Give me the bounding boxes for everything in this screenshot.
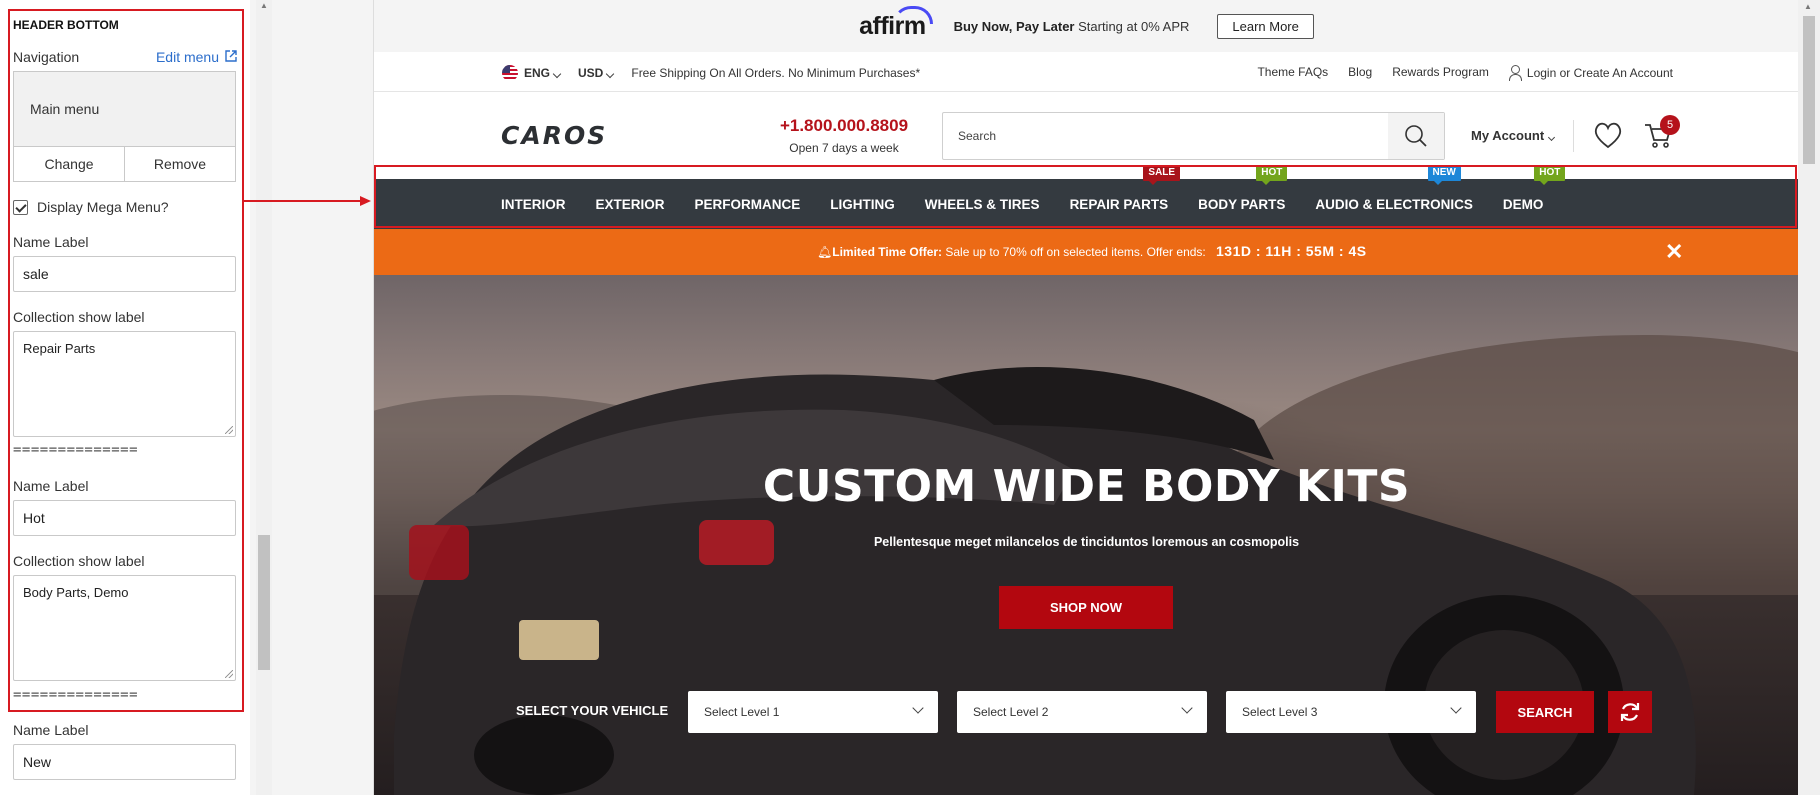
nav-item-wheels-tires[interactable]: WHEELS & TIRES: [925, 197, 1040, 212]
currency-selector[interactable]: USD: [578, 66, 625, 80]
mega-menu-option[interactable]: Display Mega Menu?: [13, 199, 169, 215]
collection-textarea-2[interactable]: Body Parts, Demo: [13, 575, 236, 681]
cart-count-badge: 5: [1660, 115, 1680, 135]
hot-badge-demo: Hot: [1534, 164, 1566, 185]
name-input-1[interactable]: sale: [13, 256, 236, 292]
name-label-3: Name Label: [13, 722, 89, 738]
chevron-down-icon: [1450, 702, 1462, 714]
nav-item-demo[interactable]: DEMO Hot: [1503, 164, 1566, 212]
vehicle-search-button[interactable]: SEARCH: [1496, 691, 1594, 733]
affirm-headline: Buy Now, Pay Later Starting at 0% APR: [953, 18, 1190, 34]
mega-menu-checkbox[interactable]: [13, 199, 28, 215]
search-input[interactable]: Search: [958, 129, 996, 143]
phone-block: +1.800.000.8809 Open 7 days a week: [774, 116, 914, 155]
shipping-notice: Free Shipping On All Orders. No Minimum …: [631, 66, 921, 80]
preview-scroll-thumb[interactable]: [1803, 16, 1815, 164]
selected-menu-box: Main menu: [13, 71, 236, 147]
phone-number[interactable]: +1.800.000.8809: [774, 116, 914, 136]
remove-menu-button[interactable]: Remove: [124, 147, 235, 181]
settings-scroll-thumb[interactable]: [258, 535, 270, 670]
chevron-down-icon: [1181, 702, 1193, 714]
main-navigation: INTERIOR EXTERIOR PERFORMANCE LIGHTING W…: [374, 164, 1798, 229]
navigation-label: Navigation: [13, 49, 80, 65]
hero-subtitle: Pellentesque meget milancelos de tincidu…: [873, 535, 1300, 549]
hero-banner: CUSTOM WIDE BODY KITS Pellentesque meget…: [374, 275, 1798, 795]
nav-item-repair-parts[interactable]: REPAIR PARTS Sale: [1070, 164, 1181, 212]
caros-logo[interactable]: CAROS: [501, 125, 649, 147]
promo-countdown: 131D : 11H : 55M : 4S: [1216, 243, 1367, 259]
user-icon: [1508, 65, 1522, 81]
search-button[interactable]: [1388, 113, 1444, 159]
promo-bar: 🔔︎Limited Time Offer: Sale up to 70% off…: [374, 229, 1798, 275]
search-icon: [1405, 125, 1427, 147]
new-badge: New: [1427, 164, 1461, 185]
shop-now-button[interactable]: SHOP NOW: [999, 586, 1173, 629]
nav-item-body-parts[interactable]: BODY PARTS Hot: [1198, 164, 1288, 212]
level-2-select[interactable]: Select Level 2: [957, 691, 1207, 733]
settings-scrollbar[interactable]: ▲: [256, 0, 272, 795]
edit-menu-label: Edit menu: [155, 49, 219, 65]
my-account-menu[interactable]: My Account: [1471, 128, 1556, 143]
sale-badge: Sale: [1143, 164, 1181, 185]
rewards-link[interactable]: Rewards Program: [1392, 65, 1489, 80]
learn-more-button[interactable]: Learn More: [1217, 13, 1314, 39]
name-input-2[interactable]: Hot: [13, 500, 236, 536]
menu-actions: Change Remove: [13, 146, 236, 182]
name-input-3[interactable]: New: [13, 744, 236, 780]
opening-hours: Open 7 days a week: [789, 141, 899, 155]
promo-text: 🔔︎Limited Time Offer: Sale up to 70% off…: [817, 245, 1206, 259]
login-link[interactable]: Login or Create An Account: [1508, 65, 1673, 81]
reset-button[interactable]: [1608, 691, 1652, 733]
language-selector[interactable]: ENG: [524, 66, 572, 80]
external-link-icon: [225, 50, 237, 65]
separator-2: ==============: [13, 687, 139, 703]
scroll-up-icon[interactable]: ▲: [260, 1, 268, 10]
collection-textarea-1[interactable]: Repair Parts: [13, 331, 236, 437]
blog-link[interactable]: Blog: [1348, 65, 1372, 80]
close-icon[interactable]: ✕: [1665, 239, 1683, 265]
svg-text:CAROS: CAROS: [501, 125, 607, 147]
separator-1: ==============: [13, 442, 139, 458]
mega-menu-label: Display Mega Menu?: [37, 199, 169, 215]
nav-item-lighting[interactable]: LIGHTING: [830, 197, 895, 212]
refresh-icon: [1620, 703, 1640, 721]
us-flag-icon: [502, 65, 518, 81]
settings-panel: HEADER BOTTOM Navigation Edit menu Main …: [0, 0, 250, 795]
navigation-row: Navigation Edit menu: [13, 49, 237, 65]
affirm-bar: affirm Buy Now, Pay Later Starting at 0%…: [374, 0, 1798, 52]
collection-label-1: Collection show label: [13, 309, 145, 325]
affirm-logo: affirm: [859, 5, 934, 41]
collection-label-2: Collection show label: [13, 553, 145, 569]
preview-scroll-up-icon[interactable]: ▲: [1804, 2, 1812, 11]
chevron-down-icon: [912, 702, 924, 714]
level-3-select[interactable]: Select Level 3: [1226, 691, 1476, 733]
name-label-1: Name Label: [13, 234, 89, 250]
wishlist-heart-icon[interactable]: [1592, 120, 1624, 150]
header-divider: [1573, 120, 1574, 152]
main-header: CAROS +1.800.000.8809 Open 7 days a week…: [374, 92, 1798, 178]
level-1-select[interactable]: Select Level 1: [688, 691, 938, 733]
vehicle-select-label: SELECT YOUR VEHICLE: [516, 703, 669, 718]
nav-item-exterior[interactable]: EXTERIOR: [596, 197, 665, 212]
nav-item-audio-electronics[interactable]: AUDIO & ELECTRONICS New: [1315, 164, 1473, 212]
top-bar: ENG USD Free Shipping On All Orders. No …: [374, 52, 1798, 92]
hero-title: CUSTOM WIDE BODY KITS: [762, 461, 1411, 512]
selected-menu-name: Main menu: [30, 101, 100, 117]
section-title: HEADER BOTTOM: [13, 18, 119, 32]
theme-faqs-link[interactable]: Theme FAQs: [1257, 65, 1328, 80]
search-bar[interactable]: Search: [942, 112, 1445, 160]
store-preview: affirm Buy Now, Pay Later Starting at 0%…: [373, 0, 1798, 795]
change-menu-button[interactable]: Change: [14, 147, 124, 181]
edit-menu-link[interactable]: Edit menu: [156, 49, 237, 65]
name-label-2: Name Label: [13, 478, 89, 494]
nav-item-performance[interactable]: PERFORMANCE: [695, 197, 801, 212]
bell-icon: 🔔︎: [817, 245, 833, 259]
pointer-arrow-icon: [244, 196, 371, 206]
hot-badge: Hot: [1256, 164, 1288, 185]
nav-item-interior[interactable]: INTERIOR: [501, 197, 566, 212]
preview-scrollbar[interactable]: ▲: [1798, 0, 1820, 795]
